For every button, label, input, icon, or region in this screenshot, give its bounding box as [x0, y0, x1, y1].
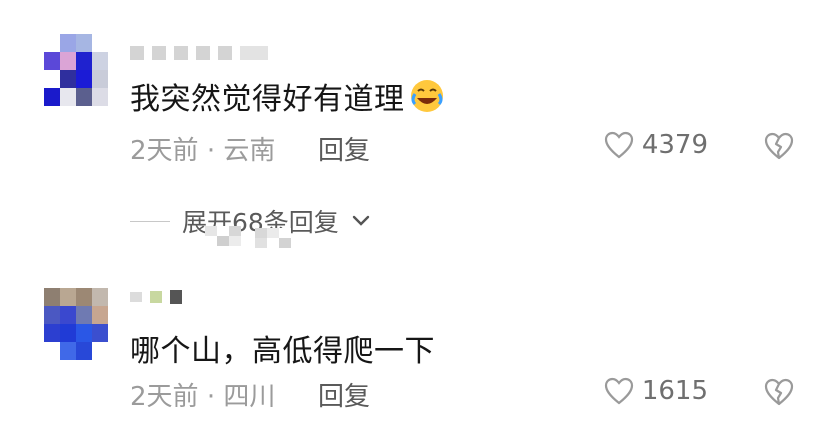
comment-meta: 2天前 · 云南: [130, 130, 275, 167]
rolling-laughing-emoji: [410, 80, 443, 112]
like-button[interactable]: 1615: [604, 376, 708, 406]
comment-item: 我突然觉得好有道理 2天前 · 云南 回复 4379: [0, 0, 832, 200]
comment-meta: 2天前 · 四川: [130, 376, 275, 413]
comment-item: 哪个山，高低得爬一下 2天前 · 四川 回复 1615: [0, 270, 832, 438]
separator: ·: [206, 382, 216, 412]
comment-time: 2天前: [130, 382, 199, 412]
reply-button[interactable]: 回复: [318, 376, 370, 413]
username-pixelated[interactable]: [130, 44, 268, 62]
broken-heart-icon[interactable]: [764, 378, 794, 406]
divider-line: [130, 220, 170, 222]
comment-location: 云南: [223, 136, 276, 166]
mosaic-overlay: [205, 226, 241, 246]
like-count: 4379: [641, 130, 708, 160]
like-count: 1615: [641, 376, 708, 406]
broken-heart-icon[interactable]: [764, 132, 794, 160]
username-pixelated[interactable]: [130, 288, 182, 306]
comment-text-content: 我突然觉得好有道理: [130, 82, 405, 117]
heart-outline-icon: [604, 131, 633, 159]
mosaic-overlay: [255, 228, 291, 248]
comment-text: 我突然觉得好有道理: [130, 74, 445, 118]
chevron-down-icon: [352, 215, 370, 226]
reply-button[interactable]: 回复: [318, 130, 370, 167]
comment-time: 2天前: [130, 136, 199, 166]
avatar[interactable]: [44, 34, 108, 106]
avatar[interactable]: [44, 288, 108, 360]
comment-location: 四川: [223, 382, 276, 412]
heart-outline-icon: [604, 377, 633, 405]
comment-text: 哪个山，高低得爬一下: [130, 334, 435, 369]
separator: ·: [206, 136, 216, 166]
like-button[interactable]: 4379: [604, 130, 708, 160]
expand-replies-button[interactable]: 展开68条回复: [130, 203, 371, 239]
